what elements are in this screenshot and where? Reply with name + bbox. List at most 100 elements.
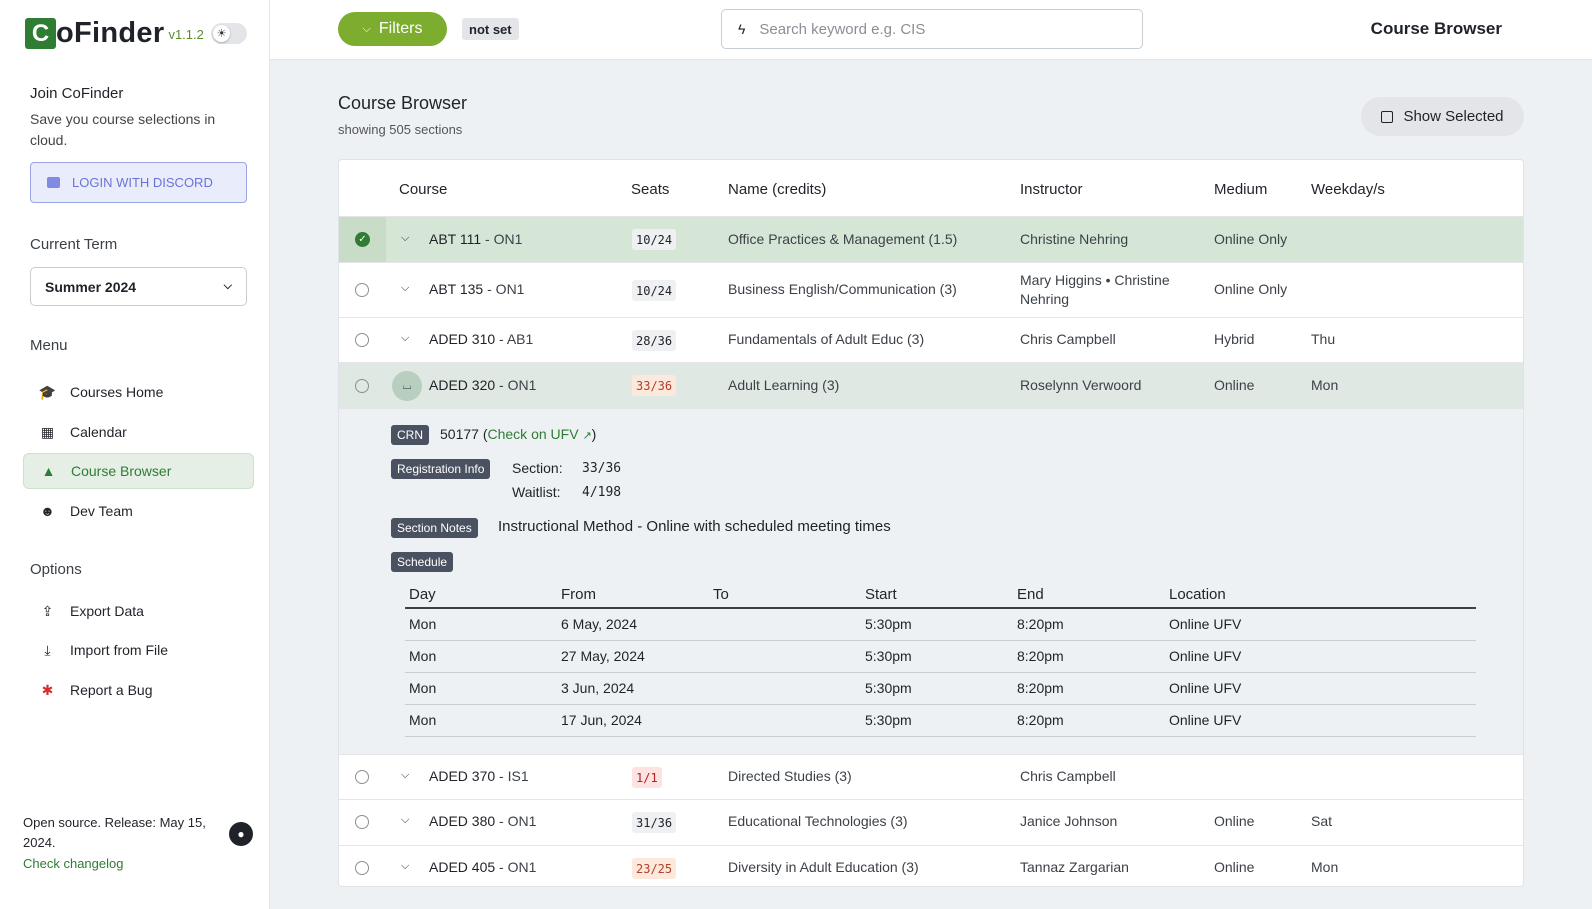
sidebar-item-import-file[interactable]: ⤓ Import from File: [23, 632, 254, 668]
section-notes-tag: Section Notes: [391, 518, 478, 538]
section-notes: Instructional Method - Online with sched…: [498, 518, 891, 535]
schedule-from: 3 Jun, 2024: [561, 680, 635, 696]
login-discord-label: LOGIN WITH DISCORD: [72, 175, 213, 190]
instructor: Janice Johnson: [1020, 813, 1118, 829]
app-logo[interactable]: C oFinder v1.1.2: [25, 18, 204, 49]
row-select-radio[interactable]: [355, 379, 369, 393]
schedule-row: Mon 3 Jun, 2024 5:30pm 8:20pm Online UFV: [405, 673, 1476, 705]
section-title: Course Browser: [338, 93, 468, 113]
row-select-radio[interactable]: [355, 815, 369, 829]
sidebar-item-label: Dev Team: [70, 503, 133, 519]
chevron-down-icon[interactable]: ⌵: [401, 282, 409, 295]
show-selected-button[interactable]: Show Selected: [1361, 97, 1524, 136]
graduation-cap-icon: 🎓: [38, 383, 57, 400]
seats-badge: 1/1: [632, 767, 662, 788]
course-name: Office Practices & Management (1.5): [728, 231, 958, 247]
table-row[interactable]: ⌵ ADED 310 - AB1 28/36 Fundamentals of A…: [339, 318, 1523, 363]
sidebar-item-calendar[interactable]: ▦ Calendar: [23, 414, 254, 450]
seats-badge: 10/24: [632, 229, 677, 250]
shapes-icon: ▲: [41, 463, 56, 479]
sidebar-item-report-bug[interactable]: ✱ Report a Bug: [23, 672, 254, 708]
discord-icon: [47, 177, 60, 188]
chevron-down-icon[interactable]: ⌵: [401, 814, 409, 827]
sidebar: C oFinder v1.1.2 ☀ Join CoFinder Save yo…: [0, 0, 270, 909]
chevron-down-icon[interactable]: ⌵: [401, 860, 409, 873]
calendar-icon: ▦: [40, 423, 55, 440]
table-row[interactable]: ⌵ ADED 380 - ON1 31/36 Educational Techn…: [339, 800, 1523, 846]
term-select[interactable]: Summer 2024 ⌵: [30, 267, 247, 306]
table-row[interactable]: ⌵ ADED 405 - ON1 23/25 Diversity in Adul…: [339, 846, 1523, 886]
schedule-col-day: Day: [409, 586, 436, 603]
table-row[interactable]: ⌵ ABT 135 - ON1 10/24 Business English/C…: [339, 263, 1523, 318]
sun-icon: ☀: [213, 25, 230, 42]
course-name: Educational Technologies (3): [728, 813, 908, 829]
chevron-down-icon[interactable]: ⌵: [401, 769, 409, 782]
external-link-icon[interactable]: ↗: [582, 430, 591, 442]
page-title: Course Browser: [1370, 19, 1502, 38]
github-icon[interactable]: ●: [229, 822, 253, 846]
theme-toggle[interactable]: ☀: [211, 23, 247, 44]
course-section: - IS1: [495, 768, 529, 784]
search-input[interactable]: [759, 20, 1100, 38]
course-table: Course Seats Name (credits) Instructor M…: [338, 159, 1524, 887]
schedule-end: 8:20pm: [1017, 616, 1064, 632]
course-section: - ON1: [495, 859, 537, 875]
lightning-icon: ϟ: [738, 21, 746, 37]
show-selected-label: Show Selected: [1403, 108, 1504, 125]
schedule-end: 8:20pm: [1017, 648, 1064, 664]
course-name: Adult Learning (3): [728, 377, 840, 393]
check-on-ufv-link[interactable]: Check on UFV: [488, 426, 579, 442]
chevron-down-icon[interactable]: ⌵: [401, 232, 409, 245]
logo-mark: C: [25, 18, 56, 49]
options-label: Options: [30, 561, 82, 578]
search-box[interactable]: ϟ: [721, 9, 1143, 49]
table-row[interactable]: ⌵ ADED 370 - IS1 1/1 Directed Studies (3…: [339, 755, 1523, 800]
row-select-radio[interactable]: [355, 333, 369, 347]
sidebar-item-export-data[interactable]: ⇪ Export Data: [23, 593, 254, 629]
table-row-expanded[interactable]: ⌴ ADED 320 - ON1 33/36 Adult Learning (3…: [339, 363, 1523, 409]
sidebar-item-label: Import from File: [70, 642, 169, 658]
schedule-day: Mon: [409, 712, 437, 728]
course-code: ADED 380: [429, 813, 496, 829]
weekdays: Sat: [1311, 813, 1333, 829]
schedule-from: 27 May, 2024: [561, 648, 645, 664]
seats-badge: 28/36: [632, 330, 677, 351]
column-header-weekdays: Weekday/s: [1311, 181, 1385, 198]
changelog-link[interactable]: Check changelog: [23, 856, 123, 871]
schedule-day: Mon: [409, 680, 437, 696]
instructor: Mary Higgins • Christine Nehring: [1020, 272, 1170, 307]
chevron-down-icon: ⌵: [223, 280, 232, 292]
instructor: Chris Campbell: [1020, 331, 1116, 347]
registration-info-tag: Registration Info: [391, 459, 491, 479]
course-section: - ON1: [481, 231, 523, 247]
table-row[interactable]: ✓ ⌵ ABT 111 - ON1 10/24 Office Practices…: [339, 217, 1523, 263]
chevron-up-icon[interactable]: ⌴: [392, 371, 422, 401]
schedule-row: Mon 6 May, 2024 5:30pm 8:20pm Online UFV: [405, 609, 1476, 641]
schedule-from: 17 Jun, 2024: [561, 712, 642, 728]
course-code: ABT 135: [429, 281, 484, 297]
filters-button[interactable]: ⌵ Filters: [338, 12, 447, 46]
course-code: ADED 310: [429, 331, 496, 347]
release-info: Open source. Release: May 15, 2024.: [23, 815, 206, 850]
row-select-radio[interactable]: [355, 283, 369, 297]
join-text: Save you course selections in cloud.: [30, 111, 216, 148]
bug-icon: ✱: [41, 681, 54, 698]
seats-badge: 10/24: [632, 280, 677, 301]
column-header-seats: Seats: [631, 181, 670, 198]
waitlist-value: 4/198: [582, 485, 622, 500]
schedule-col-to: To: [713, 586, 729, 603]
column-header-name: Name (credits): [728, 181, 827, 198]
sidebar-item-course-browser[interactable]: ▲ Course Browser: [23, 453, 254, 489]
sidebar-item-courses-home[interactable]: 🎓 Courses Home: [23, 374, 254, 410]
medium: Hybrid: [1214, 331, 1255, 347]
smiley-icon: ☻: [40, 503, 55, 519]
sidebar-item-dev-team[interactable]: ☻ Dev Team: [23, 493, 254, 529]
schedule-row: Mon 17 Jun, 2024 5:30pm 8:20pm Online UF…: [405, 705, 1476, 737]
checkmark-icon[interactable]: ✓: [355, 232, 370, 247]
row-select-radio[interactable]: [355, 861, 369, 875]
row-select-radio[interactable]: [355, 770, 369, 784]
login-discord-button[interactable]: LOGIN WITH DISCORD: [30, 162, 247, 203]
chevron-down-icon[interactable]: ⌵: [401, 332, 409, 345]
schedule-end: 8:20pm: [1017, 680, 1064, 696]
sidebar-item-label: Course Browser: [71, 463, 172, 479]
